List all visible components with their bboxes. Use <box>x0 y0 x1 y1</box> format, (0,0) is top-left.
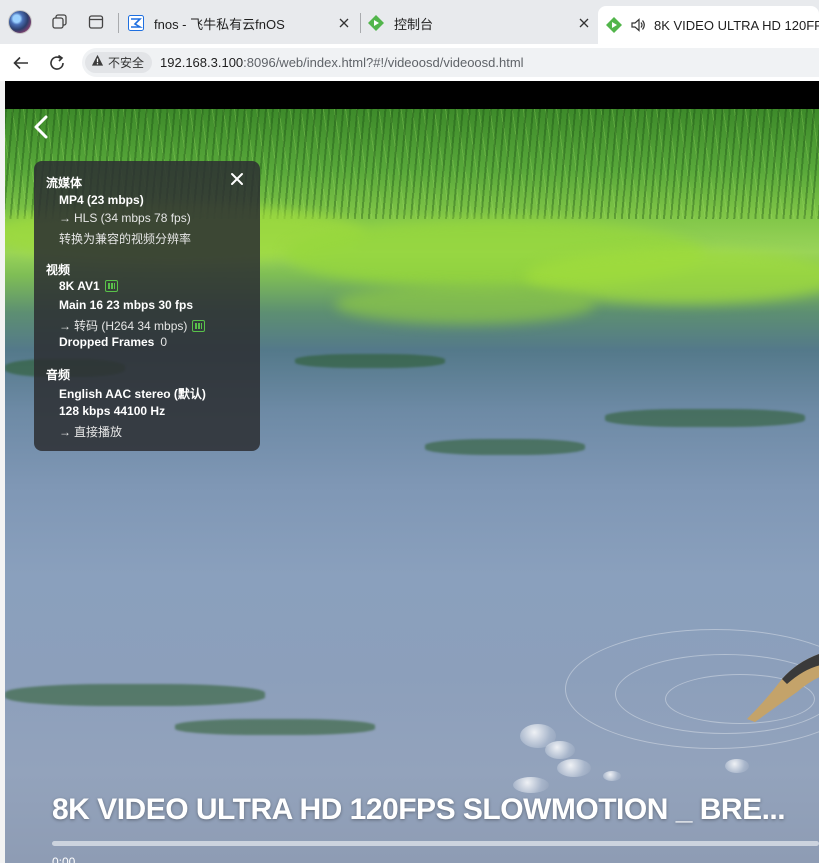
tab-title: fnos - 飞牛私有云fnOS <box>154 16 285 32</box>
streaming-transcode-text: HLS (34 mbps 78 fps) <box>74 211 191 225</box>
current-time: 0:00 <box>52 855 76 863</box>
hw-accel-icon <box>104 280 118 292</box>
video-title: 8K VIDEO ULTRA HD 120FPS SLOWMOTION _ BR… <box>52 793 786 826</box>
dropped-frames-value: 0 <box>160 335 168 349</box>
tab-title: 控制台 <box>394 16 434 32</box>
seek-bar[interactable] <box>52 841 819 846</box>
video-transcode: → 转码 (H264 34 mbps) <box>59 317 206 334</box>
streaming-note: 转换为兼容的视频分辨率 <box>59 232 192 246</box>
tab-title: 8K VIDEO ULTRA HD 120FPS <box>654 17 819 33</box>
warning-icon <box>91 54 104 72</box>
address-bar[interactable]: 不安全 192.168.3.100:8096/web/index.html?#!… <box>82 48 819 77</box>
video-transcode-text: 转码 (H264 34 mbps) <box>74 319 188 333</box>
arrow-right-icon: → <box>59 211 71 225</box>
playback-stats-panel: 流媒体 MP4 (23 mbps) → HLS (34 mbps 78 fps) … <box>34 161 260 451</box>
tab-fnos[interactable]: fnos - 飞牛私有云fnOS <box>128 6 358 40</box>
close-tab-icon[interactable] <box>576 15 592 31</box>
video-section-title: 视频 <box>46 263 71 277</box>
arrow-right-icon: → <box>59 318 71 333</box>
fnos-icon <box>128 15 144 31</box>
navigation-bar: 不安全 192.168.3.100:8096/web/index.html?#!… <box>0 44 819 81</box>
tab-separator <box>118 13 119 33</box>
workspaces-icon[interactable] <box>50 12 70 32</box>
audio-mode-text: 直接播放 <box>74 425 123 439</box>
back-chevron-icon[interactable] <box>31 114 53 140</box>
dropped-frames: Dropped Frames 0 <box>59 335 167 349</box>
video-codec: 8K AV1 <box>59 279 118 293</box>
tab-actions-icon[interactable] <box>86 12 106 32</box>
emby-icon <box>368 15 384 31</box>
arrow-right-icon: → <box>59 424 71 439</box>
dropped-frames-label: Dropped Frames <box>59 335 155 349</box>
security-label: 不安全 <box>108 56 145 70</box>
video-player[interactable]: 流媒体 MP4 (23 mbps) → HLS (34 mbps 78 fps) … <box>5 81 819 863</box>
url-path: :8096/web/index.html?#!/videoosd/videoos… <box>243 55 524 70</box>
reload-icon[interactable] <box>45 51 69 75</box>
streaming-transcode: → HLS (34 mbps 78 fps) <box>59 211 191 225</box>
url-text[interactable]: 192.168.3.100:8096/web/index.html?#!/vid… <box>160 55 524 70</box>
audio-mode: → 直接播放 <box>59 423 122 440</box>
video-profile: Main 16 23 mbps 30 fps <box>59 298 194 312</box>
bird-figure <box>747 644 819 729</box>
emby-icon <box>606 17 622 33</box>
back-arrow-icon[interactable] <box>9 51 33 75</box>
profile-avatar[interactable] <box>8 10 32 34</box>
close-icon[interactable] <box>229 171 245 187</box>
tab-console[interactable]: 控制台 <box>368 6 598 40</box>
video-codec-text: 8K AV1 <box>59 279 100 293</box>
streaming-container: MP4 (23 mbps) <box>59 193 144 207</box>
audio-bitrate: 128 kbps 44100 Hz <box>59 404 166 418</box>
audio-section-title: 音频 <box>46 368 71 382</box>
tab-video-active[interactable]: 8K VIDEO ULTRA HD 120FPS <box>598 6 819 44</box>
url-host: 192.168.3.100 <box>160 55 244 70</box>
tab-strip: fnos - 飞牛私有云fnOS 控制台 8K VIDEO ULTRA HD 1… <box>0 0 819 44</box>
hw-accel-icon <box>192 319 206 332</box>
streaming-section-title: 流媒体 <box>46 176 83 190</box>
speaker-icon[interactable] <box>630 17 646 33</box>
audio-track: English AAC stereo (默认) <box>59 387 206 401</box>
close-tab-icon[interactable] <box>336 15 352 31</box>
security-indicator[interactable]: 不安全 <box>85 52 153 73</box>
tab-separator <box>360 13 361 33</box>
